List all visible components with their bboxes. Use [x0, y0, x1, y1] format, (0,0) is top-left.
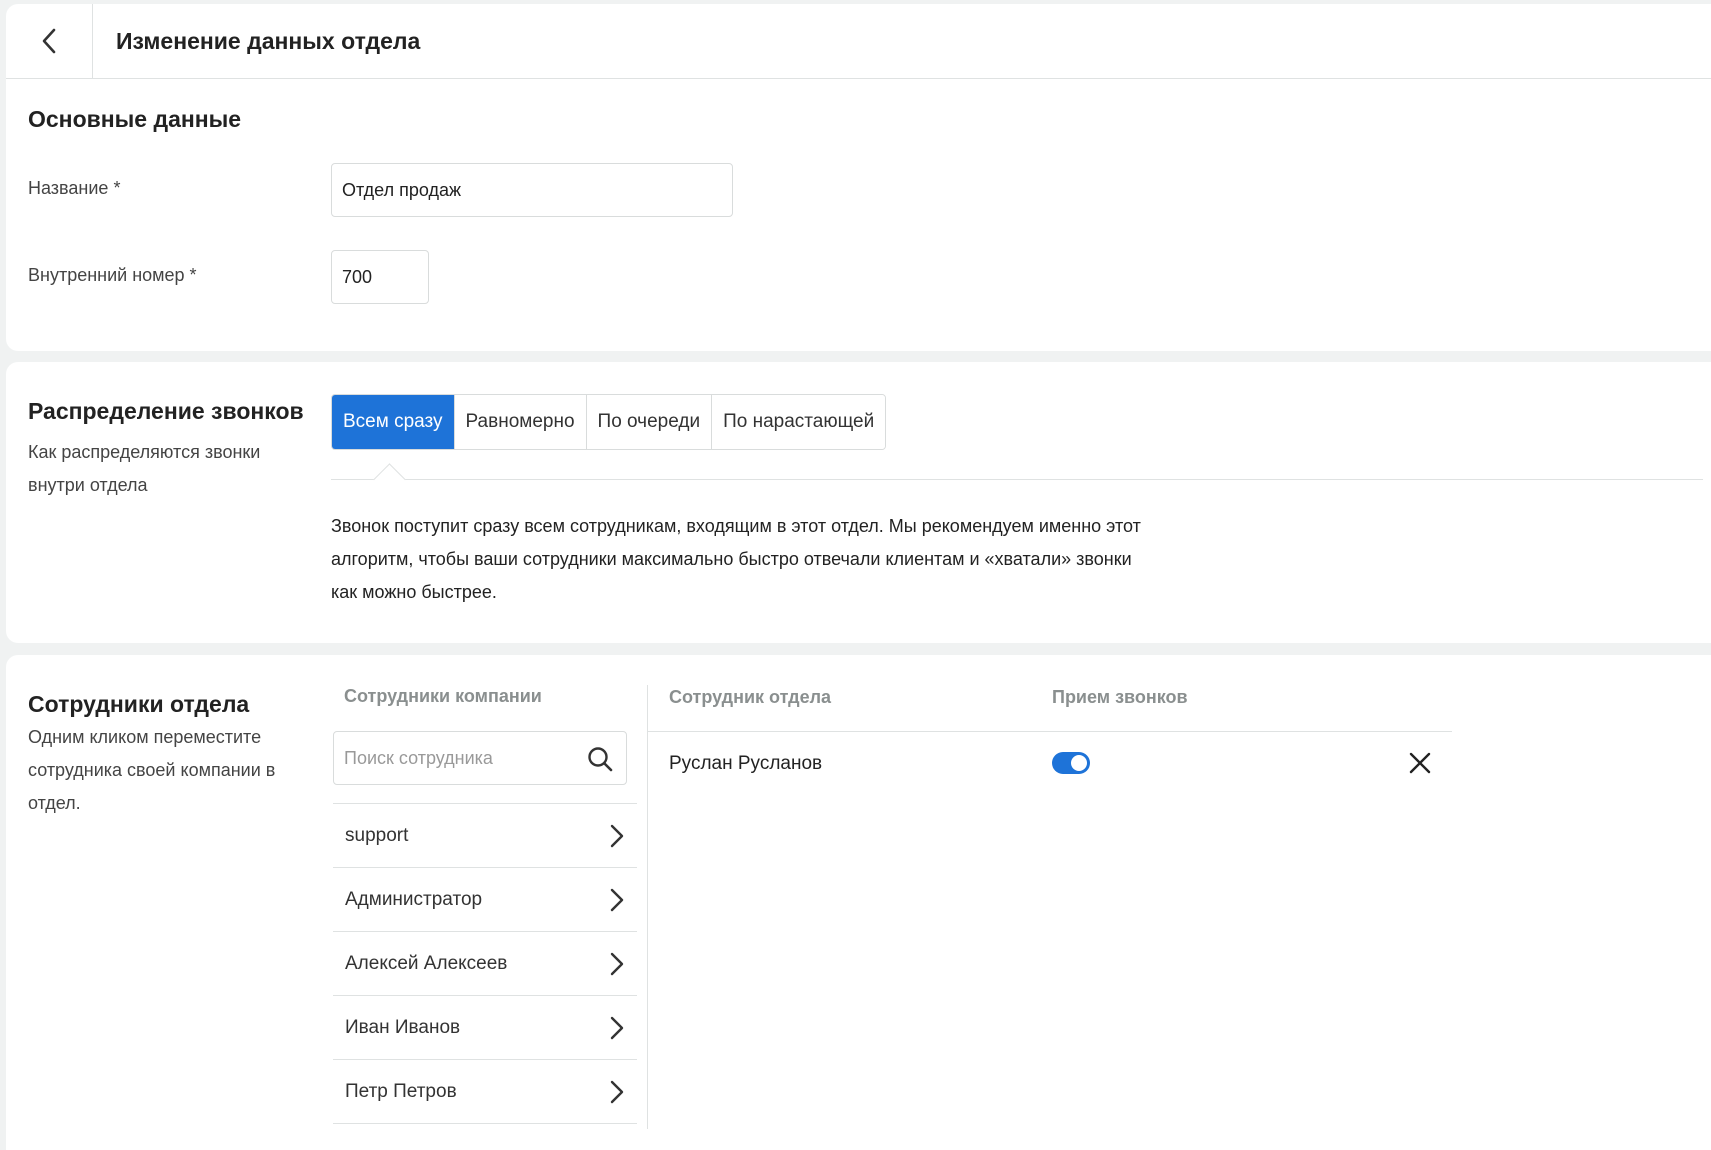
list-item-label: Иван Иванов [345, 1016, 461, 1038]
page-header: Изменение данных отдела [6, 4, 1711, 79]
back-button[interactable] [6, 4, 93, 78]
section-description: Как распределяются звонки внутри отдела [28, 442, 261, 495]
company-staff-header: Сотрудники компании [344, 686, 542, 706]
column-divider [647, 685, 648, 1129]
mode-option-all-at-once[interactable]: Всем сразу [332, 395, 454, 449]
search-placeholder: Поиск сотрудника [344, 747, 493, 768]
extension-input[interactable]: 700 [331, 250, 429, 304]
basic-data-section: Основные данные Название * Отдел продаж … [6, 79, 1711, 351]
mode-option-queue[interactable]: По очереди [585, 395, 712, 449]
call-distribution-section: Распределение звонков Как распределяются… [6, 362, 1711, 643]
chevron-left-icon [42, 28, 56, 54]
selection-pointer [373, 463, 406, 496]
extension-input-value: 700 [342, 266, 373, 287]
chevron-right-icon [610, 888, 624, 911]
list-item[interactable]: Алексей Алексеев [333, 932, 637, 996]
list-item-label: Администратор [345, 888, 483, 910]
name-input[interactable]: Отдел продаж [331, 163, 733, 217]
chevron-right-icon [610, 1016, 624, 1039]
list-item-label: Алексей Алексеев [345, 952, 508, 974]
close-icon[interactable] [1408, 751, 1432, 775]
list-item-label: support [345, 824, 409, 846]
company-staff-list: support Администратор Алексей Алексеев И… [333, 803, 637, 1124]
extension-label: Внутренний номер * [28, 265, 197, 285]
search-icon[interactable] [586, 745, 614, 773]
section-title: Основные данные [28, 106, 242, 132]
receive-calls-header: Прием звонков [1052, 687, 1188, 707]
list-item[interactable]: Петр Петров [333, 1060, 637, 1124]
name-label: Название * [28, 178, 121, 198]
list-item[interactable]: Иван Иванов [333, 996, 637, 1060]
section-title: Сотрудники отдела [28, 691, 250, 717]
page-title: Изменение данных отдела [116, 28, 421, 54]
staff-search-input[interactable]: Поиск сотрудника [333, 731, 627, 785]
section-description: Одним кликом переместите сотрудника свое… [28, 727, 276, 813]
distribution-mode-selector: Всем сразу Равномерно По очереди По нара… [331, 394, 887, 450]
mode-option-evenly[interactable]: Равномерно [453, 395, 586, 449]
mode-explanation: Звонок поступит сразу всем сотрудникам, … [331, 516, 1141, 602]
list-item[interactable]: support [333, 804, 637, 868]
mode-option-ascending[interactable]: По нарастающей [711, 395, 886, 449]
list-item-label: Петр Петров [345, 1080, 457, 1102]
receive-calls-toggle[interactable] [1052, 752, 1090, 774]
divider [331, 479, 1703, 480]
header-divider [647, 731, 1452, 732]
chevron-right-icon [610, 952, 624, 975]
chevron-right-icon [610, 824, 624, 847]
department-staff-section: Сотрудники отдела Одним кликом перемести… [6, 655, 1711, 1150]
dept-staff-header: Сотрудник отдела [669, 687, 832, 707]
dept-member-name: Руслан Русланов [669, 753, 823, 774]
chevron-right-icon [610, 1080, 624, 1103]
list-item[interactable]: Администратор [333, 868, 637, 932]
name-input-value: Отдел продаж [342, 179, 461, 200]
